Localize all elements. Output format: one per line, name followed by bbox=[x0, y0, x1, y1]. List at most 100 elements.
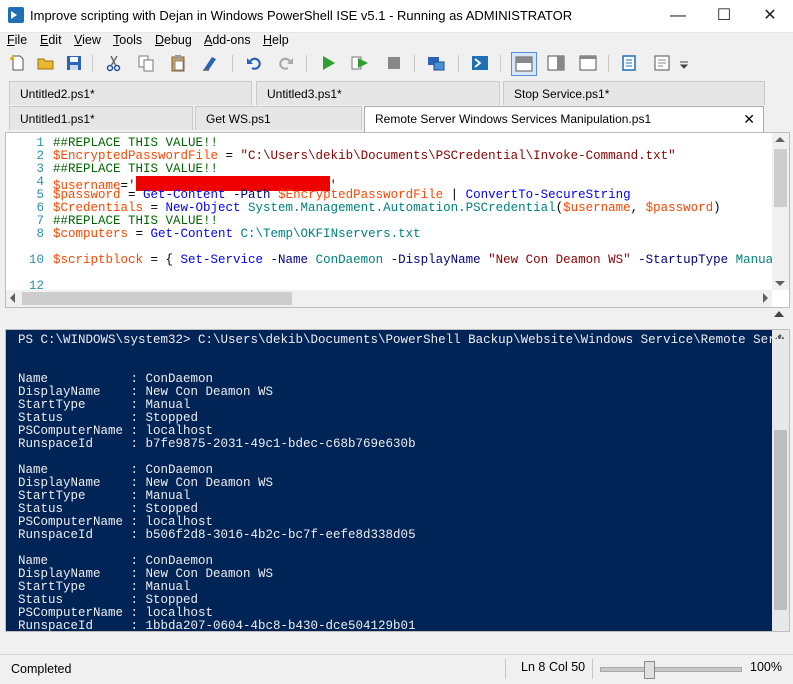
code-token: = { bbox=[143, 253, 181, 267]
code-token: = bbox=[143, 201, 166, 215]
code-line[interactable]: $computers = Get-Content C:\Temp\OKFINse… bbox=[53, 228, 421, 241]
menu-accel: V bbox=[74, 33, 83, 47]
status-bar: Completed Ln 8 Col 50 100% bbox=[0, 654, 793, 684]
code-token: ConvertTo-SecureString bbox=[465, 188, 631, 202]
console-output-line: PS C:\WINDOWS\system32> C:\Users\dekib\D… bbox=[18, 333, 790, 347]
powershell-ise-icon bbox=[8, 7, 24, 23]
tab-untitled3[interactable]: Untitled3.ps1* bbox=[256, 81, 500, 105]
console-output-line: RunspaceId : b506f2d8-3016-4b2c-bc7f-eef… bbox=[18, 528, 416, 542]
scroll-down-arrow-icon[interactable] bbox=[775, 281, 785, 286]
save-icon[interactable] bbox=[64, 53, 84, 73]
toolbar-separator bbox=[500, 55, 501, 72]
run-script-icon[interactable] bbox=[318, 53, 338, 73]
open-folder-icon[interactable] bbox=[36, 53, 56, 73]
tab-stop-service[interactable]: Stop Service.ps1* bbox=[503, 81, 765, 105]
zoom-slider-thumb[interactable] bbox=[644, 661, 655, 679]
scroll-left-arrow-icon[interactable] bbox=[10, 293, 15, 303]
menu-accel: F bbox=[7, 33, 15, 47]
scroll-thumb[interactable] bbox=[774, 149, 787, 207]
undo-icon[interactable] bbox=[244, 53, 264, 73]
code-token: Get-Content bbox=[150, 227, 234, 241]
code-token: ##REPLACE THIS VALUE!! bbox=[53, 162, 219, 176]
code-token: ) bbox=[713, 201, 721, 215]
code-token: = bbox=[218, 149, 241, 163]
show-command-addon-icon[interactable] bbox=[652, 53, 672, 73]
console-vertical-scrollbar[interactable] bbox=[772, 330, 789, 631]
show-script-pane-maximized-icon[interactable] bbox=[578, 53, 598, 73]
new-remote-tab-icon[interactable] bbox=[426, 53, 446, 73]
code-token: ##REPLACE THIS VALUE!! bbox=[53, 214, 219, 228]
tab-get-ws[interactable]: Get WS.ps1 bbox=[195, 106, 362, 130]
menu-edit[interactable]: Edit bbox=[40, 33, 62, 47]
code-token: -Name bbox=[263, 253, 316, 267]
code-token: ( bbox=[555, 201, 564, 215]
redo-icon[interactable] bbox=[276, 53, 296, 73]
menu-debug[interactable]: Debug bbox=[155, 33, 192, 47]
console-output-line: RunspaceId : b7fe9875-2031-49c1-bdec-c68… bbox=[18, 437, 416, 451]
menu-tools[interactable]: Tools bbox=[113, 33, 142, 47]
paste-icon[interactable] bbox=[168, 53, 188, 73]
line-number: 8 bbox=[36, 227, 44, 241]
title-bar: Improve scripting with Dejan in Windows … bbox=[0, 0, 793, 33]
status-text: Completed bbox=[11, 662, 72, 676]
stop-operation-icon[interactable] bbox=[384, 53, 404, 73]
run-selection-icon[interactable] bbox=[350, 53, 370, 73]
code-token: $EncryptedPasswordFile bbox=[53, 149, 219, 163]
menu-view[interactable]: View bbox=[74, 33, 101, 47]
code-token: = bbox=[128, 227, 151, 241]
tab-untitled2[interactable]: Untitled2.ps1* bbox=[9, 81, 252, 105]
new-file-icon[interactable] bbox=[8, 53, 28, 73]
zoom-level: 100% bbox=[750, 660, 782, 674]
code-line[interactable]: $scriptblock = { Set-Service -Name ConDa… bbox=[53, 254, 773, 267]
status-separator bbox=[505, 659, 506, 679]
code-token: C:\Temp\OKFINservers.txt bbox=[233, 227, 421, 241]
close-window-button[interactable]: ✕ bbox=[747, 0, 793, 32]
code-token: $Credentials bbox=[53, 201, 144, 215]
clear-output-icon[interactable] bbox=[200, 53, 220, 73]
code-token: $password bbox=[645, 201, 714, 215]
menu-label: iew bbox=[82, 33, 101, 47]
toolbar-separator bbox=[306, 55, 307, 72]
code-token: -StartupType bbox=[630, 253, 736, 267]
console-output-line: RunspaceId : 1bbda207-0604-4bc8-b430-dce… bbox=[18, 619, 416, 632]
close-tab-icon[interactable]: ✕ bbox=[743, 107, 755, 131]
toolbar-overflow-icon[interactable] bbox=[678, 59, 690, 71]
tab-untitled1[interactable]: Untitled1.ps1* bbox=[9, 106, 193, 130]
show-command-window-icon[interactable] bbox=[620, 53, 640, 73]
tab-remote-server-services[interactable]: Remote Server Windows Services Manipulat… bbox=[364, 106, 764, 132]
menu-addons[interactable]: Add-ons bbox=[204, 33, 251, 47]
console-pane[interactable]: PS C:\WINDOWS\system32> C:\Users\dekib\D… bbox=[5, 329, 790, 632]
copy-icon[interactable] bbox=[136, 53, 156, 73]
minimize-button[interactable]: — bbox=[655, 0, 701, 32]
column-indicator: Col 50 bbox=[549, 660, 586, 674]
start-powershell-icon[interactable] bbox=[470, 53, 490, 73]
scroll-right-arrow-icon[interactable] bbox=[763, 293, 768, 303]
menu-label: elp bbox=[272, 33, 289, 47]
code-token: = bbox=[120, 188, 144, 202]
code-area[interactable]: ##REPLACE THIS VALUE!! $EncryptedPassword… bbox=[53, 133, 773, 307]
code-token: -Path bbox=[225, 188, 279, 202]
cut-icon[interactable] bbox=[104, 53, 124, 73]
code-line[interactable]: ##REPLACE THIS VALUE!! bbox=[53, 163, 218, 176]
scroll-thumb[interactable] bbox=[22, 292, 292, 305]
line-number: 10 bbox=[28, 253, 44, 267]
code-token: ConDaemon bbox=[315, 253, 384, 267]
scroll-thumb[interactable] bbox=[774, 430, 787, 610]
menu-label: dd-ons bbox=[212, 33, 251, 47]
maximize-button[interactable]: ☐ bbox=[701, 0, 747, 32]
menu-label: ools bbox=[119, 33, 143, 47]
scroll-up-arrow-icon[interactable] bbox=[775, 137, 785, 142]
code-token: | bbox=[443, 188, 466, 202]
toolbar bbox=[0, 50, 793, 76]
zoom-slider[interactable] bbox=[600, 661, 742, 679]
script-vertical-scrollbar[interactable] bbox=[772, 133, 789, 290]
code-token: $scriptblock bbox=[53, 253, 144, 267]
code-token: New-Object bbox=[165, 201, 241, 215]
show-script-pane-top-icon[interactable] bbox=[511, 52, 537, 76]
collapse-pane-icon[interactable] bbox=[774, 311, 784, 321]
menu-help[interactable]: Help bbox=[263, 33, 289, 47]
script-pane[interactable]: 12345678101213 ##REPLACE THIS VALUE!!$En… bbox=[5, 132, 790, 308]
show-script-pane-right-icon[interactable] bbox=[546, 53, 566, 73]
menu-file[interactable]: File bbox=[7, 33, 27, 47]
script-horizontal-scrollbar[interactable] bbox=[6, 290, 772, 307]
